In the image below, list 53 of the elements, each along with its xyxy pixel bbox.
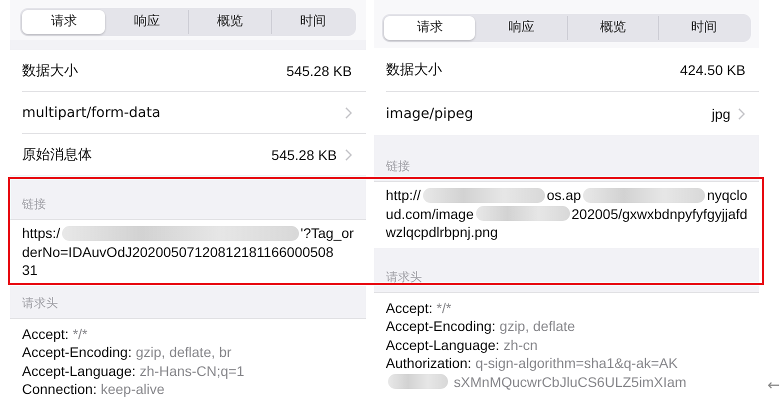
tab[interactable]: 请求 bbox=[22, 10, 105, 34]
header-name: Accept-Language: bbox=[386, 336, 500, 354]
header-value: */* bbox=[72, 324, 88, 343]
tab[interactable]: 概览 bbox=[188, 10, 271, 34]
header-name: Connection: bbox=[22, 380, 97, 398]
header-name: Accept-Encoding: bbox=[386, 317, 496, 336]
header-value: zh-Hans-CN;q=1 bbox=[140, 362, 244, 380]
list-row[interactable]: 原始消息体 545.28 KB bbox=[22, 134, 366, 175]
list-row[interactable]: multipart/form-data bbox=[22, 92, 366, 134]
tab[interactable]: 响应 bbox=[104, 10, 188, 34]
section-title: 请求头 bbox=[22, 294, 58, 312]
section-title: 链接 bbox=[22, 196, 46, 213]
tab[interactable]: 时间 bbox=[658, 16, 750, 40]
row-label: 数据大小 bbox=[386, 60, 442, 78]
header-name: Accept-Encoding: bbox=[22, 343, 132, 362]
header-value: gzip, deflate, br bbox=[136, 343, 232, 362]
row-value: 424.50 KB bbox=[680, 62, 746, 78]
tab[interactable]: 时间 bbox=[270, 10, 354, 34]
list-row[interactable]: image/pipeg jpg bbox=[386, 92, 760, 135]
row-value: 545.28 KB bbox=[286, 62, 352, 78]
url-text: '?Tag_or bbox=[300, 224, 354, 242]
url-text: wzlqcpdlrbpnj.png bbox=[386, 223, 498, 242]
tab[interactable]: 响应 bbox=[475, 16, 567, 40]
header-value: sXMnMQucwrCbJluCS6ULZ5imXIam bbox=[454, 372, 686, 391]
url-text: ud.com/image bbox=[386, 204, 474, 223]
url-text: http:// bbox=[386, 186, 421, 204]
header-name: Accept: bbox=[22, 324, 69, 343]
url-text: nyqclo bbox=[706, 186, 748, 204]
row-label: multipart/form-data bbox=[22, 104, 160, 120]
url-text: 31 bbox=[22, 261, 38, 280]
header-name: Authorization: bbox=[386, 354, 472, 372]
redacted-blur bbox=[388, 374, 448, 390]
row-value: jpg bbox=[712, 106, 730, 122]
header-value: zh-cn bbox=[503, 336, 538, 354]
url-text: 202005/gxwxbdnpyfyfgyjjafd bbox=[572, 204, 748, 223]
back-arrow[interactable]: ← bbox=[767, 376, 780, 394]
row-label: image/pipeg bbox=[386, 106, 474, 122]
header-value: q-sign-algorithm=sha1&q-ak=AK bbox=[475, 354, 678, 372]
url-text: https:/ bbox=[22, 224, 60, 242]
tab[interactable]: 概览 bbox=[566, 16, 658, 40]
header-value: */* bbox=[436, 298, 452, 317]
header-name: Accept: bbox=[386, 298, 432, 317]
url-text: os.ap bbox=[546, 186, 582, 204]
section-title: 链接 bbox=[386, 158, 410, 175]
tab[interactable]: 请求 bbox=[384, 16, 476, 40]
header-value: gzip, deflate bbox=[500, 317, 576, 336]
row-value: 545.28 KB bbox=[271, 146, 337, 162]
section-title: 请求头 bbox=[386, 268, 422, 286]
header-value: keep-alive bbox=[100, 380, 165, 398]
row-label: 原始消息体 bbox=[22, 146, 92, 164]
row-label: 数据大小 bbox=[22, 62, 78, 80]
url-text: derNo=IDAuvOdJ20200507120812181166000508 bbox=[22, 242, 334, 261]
header-name: Accept-Language: bbox=[22, 362, 136, 380]
